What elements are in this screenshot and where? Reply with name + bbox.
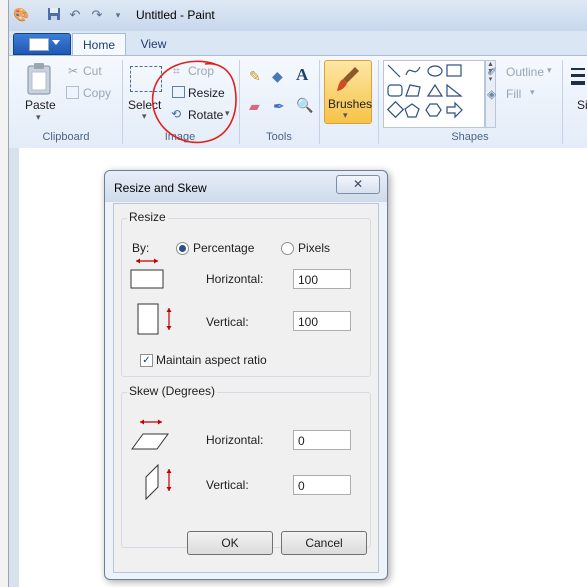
select-dropdown-icon[interactable]: ▾ [142, 111, 147, 122]
brushes-dropdown-icon: ▾ [343, 110, 348, 120]
resize-vertical-label: Vertical: [206, 315, 249, 329]
brushes-button[interactable]: Brushes ▾ [324, 60, 372, 124]
copy-icon [66, 86, 79, 99]
fill-bucket-icon[interactable]: ◆ [272, 68, 283, 85]
by-label: By: [132, 241, 150, 255]
window-title: Untitled - Paint [136, 8, 215, 22]
undo-icon[interactable]: ↶ [67, 7, 83, 23]
pixels-radio[interactable] [281, 242, 294, 255]
size-button[interactable]: Si [577, 98, 587, 112]
skew-horizontal-icon [131, 419, 169, 450]
pencil-icon[interactable]: ✎ [249, 68, 261, 85]
resize-and-skew-dialog: Resize and Skew ✕ Resize By: Percentage … [104, 170, 388, 580]
maintain-aspect-label[interactable]: Maintain aspect ratio [156, 353, 267, 367]
outline-dropdown-icon[interactable]: ▾ [547, 65, 552, 76]
ribbon-separator [319, 60, 320, 144]
fill-dropdown-icon[interactable]: ▾ [530, 87, 535, 98]
maintain-aspect-checkbox[interactable]: ✓ [140, 354, 153, 367]
clipboard-group-label: Clipboard [42, 131, 90, 143]
skew-horizontal-label: Horizontal: [206, 433, 264, 447]
paste-dropdown-icon[interactable]: ▾ [36, 112, 41, 123]
resize-horizontal-input[interactable]: 100 [293, 269, 351, 289]
ribbon-separator [378, 60, 379, 144]
resize-horizontal-label: Horizontal: [206, 272, 264, 286]
skew-vertical-input[interactable]: 0 [293, 475, 351, 495]
ribbon-separator [122, 60, 123, 144]
skew-legend: Skew (Degrees) [127, 384, 218, 398]
text-tool-icon[interactable]: A [296, 65, 308, 85]
annotation-circle [151, 60, 237, 144]
cut-icon: ✂ [68, 64, 79, 78]
redo-icon[interactable]: ↷ [89, 7, 105, 23]
shapes-gallery[interactable] [383, 60, 485, 128]
ribbon: Paste ▾ ✂ Cut Copy Clipboard Select ▾ ⌗ … [9, 55, 587, 149]
skew-horizontal-input[interactable]: 0 [293, 430, 351, 450]
resize-legend: Resize [127, 210, 168, 224]
resize-horizontal-icon [130, 258, 164, 289]
outline-icon: ✐ [487, 65, 498, 79]
save-icon[interactable] [46, 7, 62, 23]
close-icon[interactable]: ✕ [336, 175, 380, 194]
skew-vertical-label: Vertical: [206, 478, 249, 492]
tools-group-label: Tools [266, 131, 292, 143]
tab-view[interactable]: View [131, 33, 176, 55]
ribbon-tab-row: Home View [9, 31, 587, 56]
fill-icon: ◈ [487, 87, 497, 101]
paint-menu-icon [29, 38, 49, 51]
fill-button[interactable]: Fill [506, 87, 521, 101]
size-icon [571, 66, 585, 90]
pixels-label[interactable]: Pixels [298, 241, 330, 255]
magnifier-icon[interactable]: 🔍 [296, 97, 313, 114]
skew-vertical-icon [145, 463, 172, 501]
canvas-margin [9, 148, 19, 587]
brushes-label: Brushes [328, 97, 373, 111]
outline-button[interactable]: Outline [506, 65, 544, 79]
dialog-title: Resize and Skew [114, 181, 207, 195]
cancel-button[interactable]: Cancel [281, 531, 367, 555]
color-picker-icon[interactable]: ✒ [273, 98, 285, 115]
title-bar: 🎨 ↶ ↷ ▾ Untitled - Paint [9, 0, 587, 32]
shapes-group-label: Shapes [451, 131, 489, 143]
paste-button[interactable]: Paste [25, 98, 56, 112]
ribbon-separator [562, 60, 563, 144]
ok-button[interactable]: OK [187, 531, 273, 555]
resize-vertical-input[interactable]: 100 [293, 311, 351, 331]
shapes-gallery-icons [386, 64, 463, 119]
resize-vertical-icon [137, 303, 172, 335]
percentage-radio[interactable] [176, 242, 189, 255]
chevron-down-icon [52, 40, 60, 45]
background-window-edge [0, 0, 9, 587]
brush-icon [337, 67, 359, 91]
copy-button[interactable]: Copy [83, 86, 111, 100]
paste-icon [25, 62, 55, 95]
paint-app-icon: 🎨 [13, 7, 30, 22]
dialog-title-bar: Resize and Skew ✕ [105, 171, 387, 202]
customize-quick-access-icon[interactable]: ▾ [110, 7, 126, 23]
tab-home[interactable]: Home [72, 33, 126, 56]
cut-button[interactable]: Cut [83, 64, 102, 78]
dialog-body: Resize By: Percentage Pixels Horizontal:… [113, 203, 379, 573]
percentage-label[interactable]: Percentage [193, 241, 254, 255]
eraser-icon[interactable]: ▰ [249, 98, 260, 115]
paint-menu-button[interactable] [13, 33, 71, 55]
